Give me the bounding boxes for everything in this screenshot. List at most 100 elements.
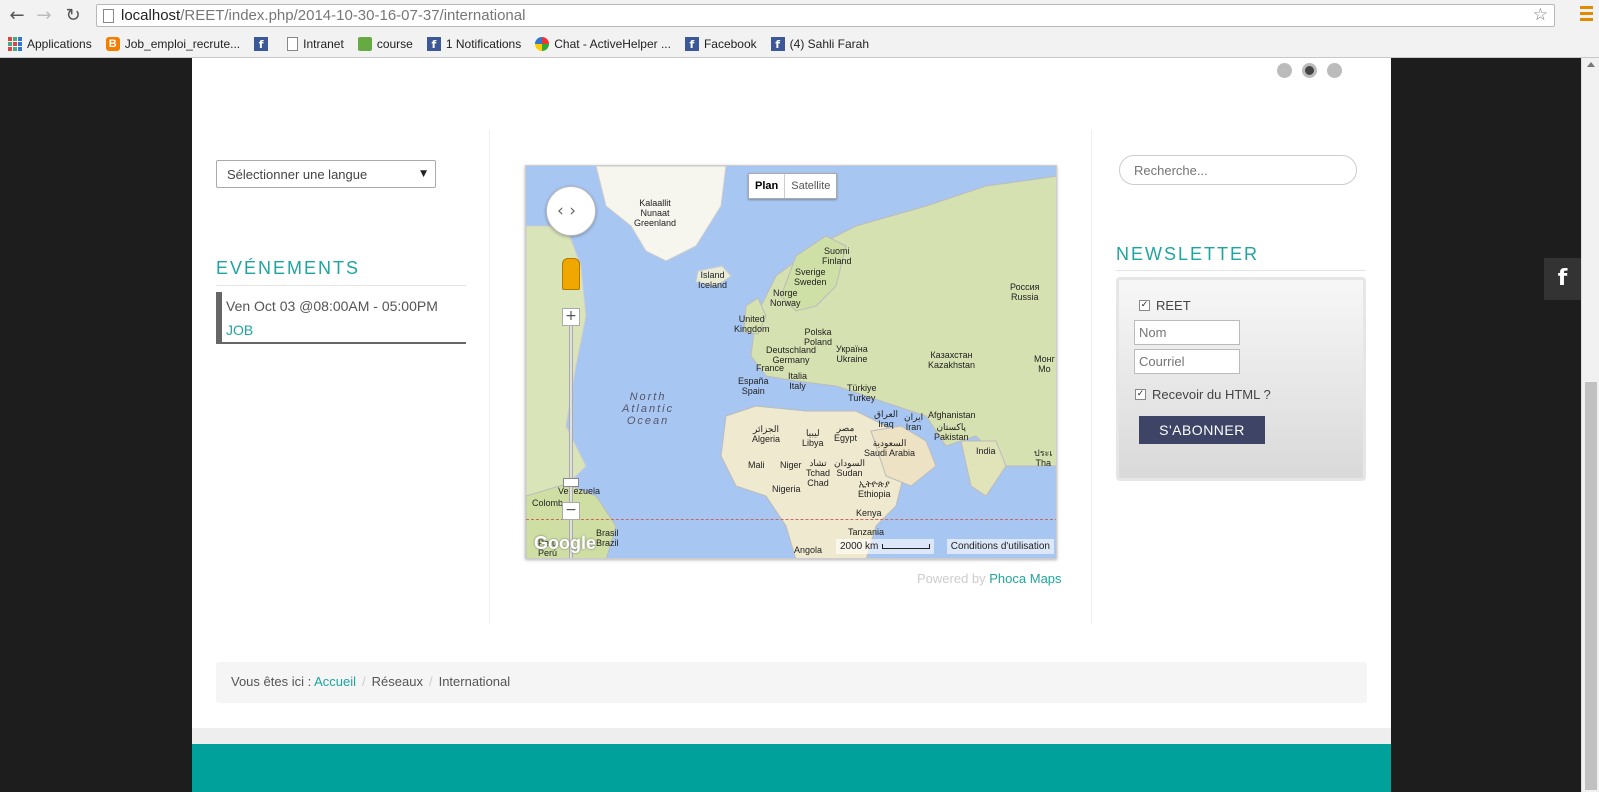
chat-icon <box>535 37 550 51</box>
newsletter-form: ✓ REET ✓ Recevoir du HTML ? S'ABONNER <box>1116 277 1366 481</box>
scrollbar-thumb[interactable] <box>1585 382 1597 790</box>
column-divider <box>489 130 490 624</box>
map-label-kenya: Kenya <box>856 508 882 518</box>
html-option-checkbox[interactable]: ✓ <box>1135 389 1146 400</box>
map-label-turkey: Türkiye Turkey <box>847 383 877 403</box>
map-label-nigeria: Nigeria <box>772 484 801 494</box>
reload-icon[interactable]: ↻ <box>62 4 84 26</box>
footer-divider <box>192 728 1391 744</box>
bookmark-applications[interactable]: Applications <box>8 37 92 51</box>
course-icon <box>357 37 372 51</box>
bookmark-intranet[interactable]: Intranet <box>287 37 344 51</box>
google-map[interactable]: Kalaallit Nunaat Greenland Island Icelan… <box>525 165 1057 559</box>
map-label-france: France <box>756 363 785 373</box>
bookmark-chat[interactable]: Chat - ActiveHelper ... <box>535 37 671 51</box>
bookmark-label: Intranet <box>303 37 344 51</box>
map-label-afghanistan: Afghanistan <box>928 410 976 420</box>
list-reet-checkbox[interactable]: ✓ <box>1139 300 1150 311</box>
events-title: EVÉNEMENTS <box>216 258 361 278</box>
equator-line <box>526 519 1056 520</box>
slider-dot-active[interactable] <box>1302 63 1317 78</box>
list-reet-label: REET <box>1156 298 1191 313</box>
event-item: Ven Oct 03 @08:00AM - 05:00PM JOB <box>216 292 466 344</box>
map-terms-link[interactable]: Conditions d'utilisation <box>946 539 1054 554</box>
pan-control-icon[interactable] <box>546 186 596 236</box>
map-label-mali: Mali <box>748 460 765 470</box>
apps-icon <box>8 37 22 51</box>
bookmark-facebook-blank[interactable]: f <box>254 37 273 51</box>
blogger-icon: B <box>105 37 120 51</box>
zoom-slider-handle[interactable] <box>563 478 579 487</box>
phoca-maps-link[interactable]: Phoca Maps <box>989 571 1061 586</box>
address-bar[interactable]: localhost/REET/index.php/2014-10-30-16-0… <box>96 4 1555 27</box>
bookmark-star-icon[interactable]: ☆ <box>1533 5 1548 25</box>
map-label-chad: تشاد Tchad Chad <box>806 458 831 488</box>
forward-arrow-icon[interactable]: → <box>33 4 55 26</box>
map-label-uk: United Kingdom <box>734 314 770 334</box>
map-label-iceland: Island Iceland <box>698 270 728 290</box>
bookmark-notifications[interactable]: f 1 Notifications <box>426 37 522 51</box>
back-arrow-icon[interactable]: ← <box>6 4 28 26</box>
facebook-icon: f <box>254 37 269 51</box>
map-label-thailand: ประเ Tha <box>1034 448 1053 468</box>
site-container: Sélectionner une langue ▼ EVÉNEMENTS Ven… <box>192 58 1391 792</box>
page-icon <box>103 9 114 23</box>
bookmark-sahli-farah[interactable]: f (4) Sahli Farah <box>770 37 869 51</box>
pegman-icon[interactable] <box>562 258 580 290</box>
bookmark-course[interactable]: course <box>357 37 413 51</box>
scroll-up-icon[interactable] <box>1587 62 1595 67</box>
map-label-ocean: North Atlantic Ocean <box>622 391 675 427</box>
email-field[interactable] <box>1134 349 1240 374</box>
browser-menu-icon[interactable] <box>1580 6 1593 24</box>
name-field[interactable] <box>1134 320 1240 345</box>
map-type-satellite-button[interactable]: Satellite <box>785 174 836 198</box>
zoom-out-button[interactable]: − <box>562 502 580 520</box>
map-label-ukraine: Україна Ukraine <box>836 344 868 364</box>
map-type-plan-button[interactable]: Plan <box>749 174 786 198</box>
powered-by: Powered by Phoca Maps <box>917 571 1062 586</box>
map-label-colombia: Colomb <box>532 498 564 508</box>
map-label-sudan: السودان Sudan <box>834 458 866 478</box>
subscribe-button[interactable]: S'ABONNER <box>1139 416 1265 444</box>
breadcrumb-home-link[interactable]: Accueil <box>314 674 356 689</box>
slider-dot[interactable] <box>1277 63 1292 78</box>
page-scrollbar[interactable] <box>1581 58 1599 792</box>
facebook-float-button[interactable]: f <box>1544 258 1581 300</box>
newsletter-title: NEWSLETTER <box>1116 244 1260 264</box>
bookmarks-bar: Applications B Job_emploi_recrute... f I… <box>0 31 1599 58</box>
breadcrumb-current: International <box>438 674 511 689</box>
url-host: localhost <box>121 7 181 24</box>
zoom-in-button[interactable]: + <box>562 308 580 326</box>
event-link[interactable]: JOB <box>226 322 466 338</box>
map-label-venezuela: Venezuela <box>558 486 601 496</box>
bookmark-label: Applications <box>27 37 92 51</box>
map-type-control: Plan Satellite <box>748 173 838 199</box>
bookmark-label: Job_emploi_recrute... <box>124 37 241 51</box>
column-divider <box>1091 130 1092 624</box>
map-footer: Google 2000 km Conditions d'utilisation <box>526 532 1056 558</box>
slider-dot[interactable] <box>1327 63 1342 78</box>
map-label-niger: Niger <box>780 460 802 470</box>
facebook-icon: f <box>684 37 699 51</box>
map-label-russia: Россия Russia <box>1010 282 1040 302</box>
search-input[interactable] <box>1119 155 1357 185</box>
events-divider <box>216 285 466 286</box>
map-label-kazakhstan: Казахстан Kazakhstan <box>928 350 976 370</box>
zoom-slider-track[interactable] <box>569 318 573 558</box>
map-label-iraq: العراق Iraq <box>874 409 899 429</box>
language-select[interactable]: Sélectionner une langue ▼ <box>216 160 436 188</box>
breadcrumb-reseaux[interactable]: Réseaux <box>372 674 423 689</box>
bookmark-job-emploi[interactable]: B Job_emploi_recrute... <box>105 37 241 51</box>
map-label-india: India <box>976 446 996 456</box>
breadcrumb-separator: / <box>362 674 366 689</box>
map-label-italy: Italia Italy <box>788 371 808 391</box>
bookmark-facebook[interactable]: f Facebook <box>684 37 757 51</box>
bookmark-label: 1 Notifications <box>445 37 522 51</box>
list-reet-row: ✓ REET <box>1139 298 1191 313</box>
map-label-saudi: السعودية Saudi Arabia <box>864 438 916 458</box>
event-date: Ven Oct 03 @08:00AM - 05:00PM <box>226 298 438 314</box>
map-scale: 2000 km <box>836 539 935 554</box>
map-label-finland: Suomi Finland <box>822 246 852 266</box>
google-logo: Google <box>534 533 596 553</box>
html-option-label: Recevoir du HTML ? <box>1152 387 1271 402</box>
